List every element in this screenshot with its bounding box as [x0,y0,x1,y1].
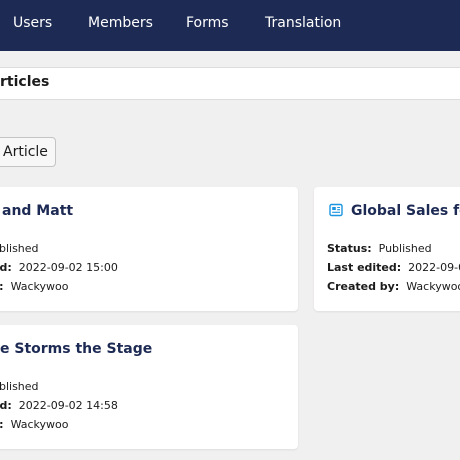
status-label: Status: [327,242,372,255]
created-by-label: Created by: [327,280,400,293]
create-article-button[interactable]: Article [0,137,56,167]
newspaper-icon [329,203,343,217]
article-card[interactable]: and Matt ublished ed: 2022-09-02 15:00 y… [0,187,298,311]
last-edited-value: 2022-09-02 15:00 [18,261,118,274]
page-title: rticles [0,74,50,90]
status-value: ublished [0,242,39,255]
article-created-by: Created by: Wackywoo [327,280,460,293]
status-value: Published [378,242,432,255]
last-edited-label: ed: [0,399,12,412]
page-header-bar [0,67,460,100]
article-title[interactable]: e Storms the Stage [0,341,152,357]
nav-item-translation[interactable]: Translation [265,15,341,31]
article-status: ublished [0,380,39,393]
created-by-value: Wackywoo [10,418,69,431]
nav-item-users[interactable]: Users [13,15,52,31]
article-title[interactable]: Global Sales for 2 [351,203,460,219]
article-card[interactable]: Global Sales for 2 Status: Published Las… [314,187,460,311]
nav-item-members[interactable]: Members [88,15,153,31]
article-last-edited: ed: 2022-09-02 14:58 [0,399,118,412]
article-title[interactable]: and Matt [2,203,73,219]
create-article-button-label: Article [3,144,48,160]
article-created-by: y: Wackywoo [0,418,68,431]
article-created-by: y: Wackywoo [0,280,68,293]
article-status: Status: Published [327,242,432,255]
nav-item-forms[interactable]: Forms [186,15,229,31]
last-edited-value: 2022-09-02 14:58 [18,399,118,412]
last-edited-label: Last edited: [327,261,402,274]
article-last-edited: Last edited: 2022-09-02 1 [327,261,460,274]
created-by-label: y: [0,418,4,431]
last-edited-label: ed: [0,261,12,274]
created-by-label: y: [0,280,4,293]
article-last-edited: ed: 2022-09-02 15:00 [0,261,118,274]
created-by-value: Wackywoo [406,280,460,293]
status-value: ublished [0,380,39,393]
created-by-value: Wackywoo [10,280,69,293]
last-edited-value: 2022-09-02 1 [408,261,460,274]
article-status: ublished [0,242,39,255]
article-card[interactable]: e Storms the Stage ublished ed: 2022-09-… [0,325,298,449]
top-navigation: Users Members Forms Translation [0,0,460,51]
